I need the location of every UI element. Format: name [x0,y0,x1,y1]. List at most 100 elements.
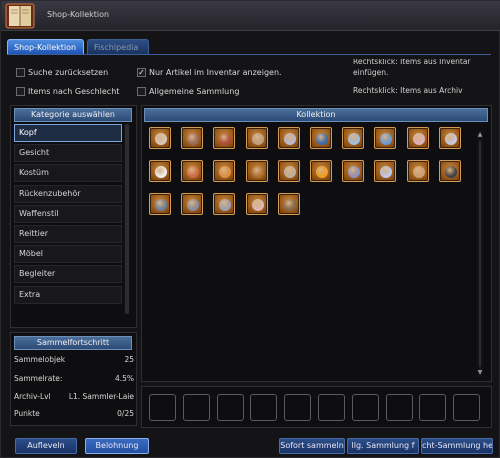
category-header: Kategorie auswählen [14,108,132,122]
collection-item[interactable] [149,193,171,215]
hint-line-3: Rechtsklick: Items aus Archiv [353,86,463,95]
collection-item[interactable] [181,127,204,149]
stat-label-archive-level: Archiv-Lvl [14,392,51,401]
collection-item[interactable] [438,127,461,149]
reset-search-option[interactable]: Suche zurücksetzen [16,68,108,77]
collection-book-icon [5,3,35,29]
collection-header: Kollektion [144,108,488,122]
empty-insert-slot[interactable] [453,394,481,421]
scroll-up-arrow-icon[interactable]: ▲ [477,131,483,139]
item-icon [380,133,393,145]
general-collection-checkbox[interactable] [137,87,146,96]
collection-item[interactable] [310,127,332,149]
category-item-waffenstil[interactable]: Waffenstil [14,204,122,223]
empty-insert-slot[interactable] [419,394,447,421]
collect-now-button[interactable]: Sofort sammeln [279,438,345,454]
only-inventory-checkbox[interactable]: ✓ [137,68,146,77]
empty-insert-slot[interactable] [318,394,345,421]
reset-search-checkbox[interactable] [16,68,25,77]
item-icon [251,166,264,178]
collection-item[interactable] [181,160,204,182]
category-item-begleiter[interactable]: Begleiter [14,265,122,284]
collection-item[interactable] [342,127,365,149]
only-inventory-label: Nur Artikel im Inventar anzeigen. [149,68,282,77]
empty-insert-slot[interactable] [149,394,176,421]
item-icon [380,166,393,178]
item-icon [283,199,296,211]
collection-scrollbar[interactable]: ▲ ▼ [477,131,483,377]
collection-item[interactable] [438,160,461,182]
by-gender-checkbox[interactable] [16,87,25,96]
reward-button[interactable]: Belohnung [85,438,149,454]
collection-scroll-track[interactable] [479,141,481,367]
collection-item[interactable] [277,160,300,182]
empty-insert-slot[interactable] [351,394,379,421]
category-item-gesicht[interactable]: Gesicht [14,144,122,163]
empty-insert-slot[interactable] [182,394,210,421]
item-icon [187,133,200,145]
collection-item[interactable] [406,127,429,149]
item-icon [348,133,361,145]
empty-insert-slot[interactable] [250,394,278,421]
collection-item[interactable] [245,193,268,215]
collection-item[interactable] [213,127,236,149]
category-scroll-thumb[interactable] [125,124,129,314]
collection-item[interactable] [406,160,429,182]
item-icon [283,133,296,145]
stat-row-points: Punkte 0/25 [14,409,134,418]
collection-item[interactable] [149,127,171,149]
stat-value-rate: 4.5% [114,374,134,383]
collection-item[interactable] [149,160,171,182]
general-collection-fill-button[interactable]: llg. Sammlung f [347,438,419,454]
stat-label-points: Punkte [14,409,40,418]
by-gender-label: Items nach Geschlecht [28,87,120,96]
hint-line-1: Rechtsklick: Items aus Inventar [353,59,471,66]
collection-item[interactable] [245,160,268,182]
collection-item[interactable] [277,193,300,215]
reset-search-label: Suche zurücksetzen [28,68,109,77]
by-gender-option[interactable]: Items nach Geschlecht [16,87,119,96]
item-icon [187,199,200,211]
stat-label-collected: Sammelobjek [14,355,66,364]
collection-item[interactable] [374,160,397,182]
category-item-moebel[interactable]: Möbel [14,245,122,264]
hint-line-2: einfügen. [353,68,389,77]
category-item-kopf[interactable]: Kopf [14,124,122,142]
level-up-button[interactable]: Aufleveln [15,438,77,454]
stat-row-archive-level: Archiv-Lvl L1. Sammler-Laie [14,392,134,401]
tab-shop-collection[interactable]: Shop-Kollektion [7,39,84,55]
empty-insert-slot[interactable] [284,394,312,421]
item-icon [155,133,167,145]
collection-item[interactable] [181,193,204,215]
category-item-reittier[interactable]: Reittier [14,224,122,243]
collection-item[interactable] [213,193,236,215]
category-item-rueckenzubehoer[interactable]: Rückenzubehör [14,184,122,203]
empty-insert-slot[interactable] [216,394,244,421]
general-collection-option[interactable]: Allgemeine Sammlung [137,87,239,96]
item-icon [251,133,264,145]
category-scrollbar[interactable] [124,124,130,314]
empty-insert-slot[interactable] [385,394,413,421]
collection-item[interactable] [245,127,268,149]
item-icon [412,166,425,178]
collection-item[interactable] [374,127,397,149]
tab-fishipedia[interactable]: Fischipedia [87,39,149,55]
title-bar[interactable]: Shop-Kollektion [1,1,500,31]
stat-value-collected: 25 [124,355,134,364]
collection-item[interactable] [310,160,332,182]
category-item-kostuem[interactable]: Kostüm [14,164,122,183]
collection-item[interactable] [213,160,236,182]
item-icon [412,133,425,145]
gender-collection-button[interactable]: cht-Sammlung he [421,438,493,454]
item-icon [219,199,232,211]
item-icon [348,166,361,178]
scroll-down-arrow-icon[interactable]: ▼ [477,369,483,377]
item-icon [316,133,328,145]
category-item-extra[interactable]: Extra [14,285,122,304]
item-icon [219,133,232,145]
item-icon [155,199,167,211]
right-click-hints: Rechtsklick: Items aus Inventar einfügen… [353,59,493,97]
collection-item[interactable] [277,127,300,149]
collection-item[interactable] [342,160,365,182]
only-inventory-option[interactable]: ✓ Nur Artikel im Inventar anzeigen. [137,68,282,77]
